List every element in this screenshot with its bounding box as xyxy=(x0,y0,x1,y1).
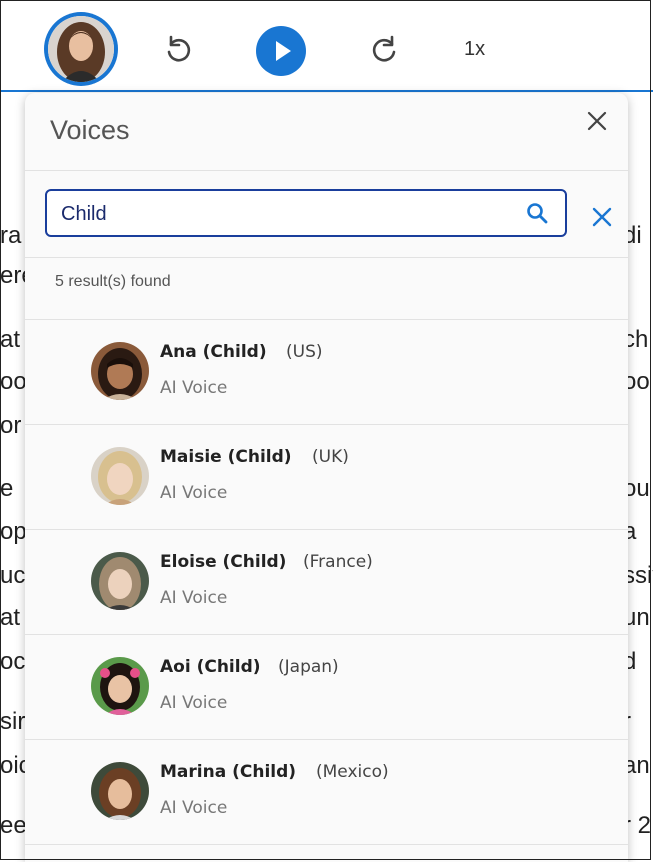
voice-name: Ana (Child) xyxy=(160,342,267,362)
voice-avatar xyxy=(91,552,149,610)
bg-text-line: uc xyxy=(0,562,26,589)
voice-name: Eloise (Child) xyxy=(160,552,287,572)
close-icon[interactable] xyxy=(585,109,609,133)
bg-text-line: at xyxy=(0,604,21,631)
voice-region: (France) xyxy=(303,552,373,572)
voice-item-ana[interactable]: Ana (Child) (US) AI Voice xyxy=(25,319,628,424)
voice-avatar xyxy=(91,447,149,505)
search-field[interactable] xyxy=(45,189,567,237)
results-count: 5 result(s) found xyxy=(55,273,171,290)
voice-type: AI Voice xyxy=(160,483,228,503)
voice-avatar xyxy=(91,657,149,715)
voice-region: (US) xyxy=(286,342,323,362)
voice-name: Marina (Child) xyxy=(160,762,297,782)
divider xyxy=(25,257,628,258)
voice-item-eloise[interactable]: Eloise (Child) (France) AI Voice xyxy=(25,529,628,634)
voice-type: AI Voice xyxy=(160,693,228,713)
bg-text-line: ra xyxy=(0,222,22,249)
voice-name: Aoi (Child) xyxy=(160,657,261,677)
bg-text-line: ee xyxy=(0,812,27,839)
playback-speed[interactable]: 1x xyxy=(464,38,485,61)
divider xyxy=(25,170,628,171)
bg-text-line: op xyxy=(0,518,27,545)
voice-avatar xyxy=(91,342,149,400)
bg-text-line: sir xyxy=(0,708,26,735)
selected-voice-avatar[interactable] xyxy=(44,12,118,86)
play-button[interactable] xyxy=(256,26,306,76)
divider xyxy=(25,844,628,845)
panel-title: Voices xyxy=(50,115,130,145)
voice-type: AI Voice xyxy=(160,378,228,398)
play-icon xyxy=(276,41,291,61)
voice-region: (Japan) xyxy=(278,657,339,677)
search-input[interactable] xyxy=(59,199,503,229)
voice-item-aoi[interactable]: Aoi (Child) (Japan) AI Voice xyxy=(25,634,628,739)
player-toolbar: 1x xyxy=(0,0,653,92)
bg-text-line: or xyxy=(0,412,22,439)
voice-item-maisie[interactable]: Maisie (Child) (UK) AI Voice xyxy=(25,424,628,529)
rotate-ccw-icon[interactable] xyxy=(164,34,194,66)
voices-panel: Voices 5 result(s) found Ana (Child) (US… xyxy=(25,93,628,862)
bg-text-line: oo xyxy=(0,368,27,395)
voice-type: AI Voice xyxy=(160,798,228,818)
voice-item-marina[interactable]: Marina (Child) (Mexico) AI Voice xyxy=(25,739,628,844)
rotate-cw-icon[interactable] xyxy=(369,34,399,66)
toolbar-underline xyxy=(0,90,653,92)
voice-region: (UK) xyxy=(312,447,349,467)
voice-region: (Mexico) xyxy=(316,762,389,782)
bg-text-line: oc xyxy=(0,648,26,675)
bg-text-line: e xyxy=(0,475,14,502)
voice-avatar xyxy=(91,762,149,820)
bg-text-line: at xyxy=(0,326,21,353)
search-icon[interactable] xyxy=(525,201,549,225)
voice-name: Maisie (Child) xyxy=(160,447,292,467)
clear-icon[interactable] xyxy=(591,206,613,228)
voice-type: AI Voice xyxy=(160,588,228,608)
